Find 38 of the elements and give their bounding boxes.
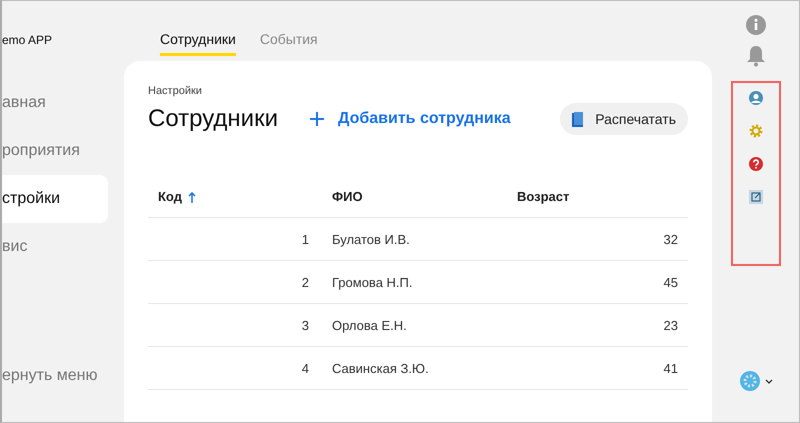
- table-cell: 3: [148, 304, 331, 346]
- sidebar-item[interactable]: вис: [2, 223, 108, 271]
- sidebar-item[interactable]: авная: [2, 79, 108, 127]
- column-header[interactable]: Возраст: [516, 175, 688, 218]
- table-cell: 41: [516, 346, 688, 390]
- table-cell: 2: [148, 260, 331, 304]
- sidebar-item[interactable]: стройки: [2, 175, 108, 223]
- column-header[interactable]: ФИО: [331, 175, 516, 218]
- app-title: emo APP: [2, 33, 54, 49]
- sidebar-item[interactable]: роприятия: [2, 127, 108, 175]
- gear-icon[interactable]: [748, 124, 762, 138]
- table-cell: 32: [516, 218, 688, 260]
- page-title: Сотрудники: [148, 105, 278, 133]
- add-employee-button[interactable]: Добавить сотрудника: [310, 110, 511, 128]
- breadcrumb: Настройки: [148, 85, 203, 97]
- sort-arrow-icon: [188, 192, 196, 203]
- profile-menu-button[interactable]: [738, 370, 772, 392]
- table-cell: 45: [516, 260, 688, 304]
- table-cell: Громова Н.П.: [331, 260, 516, 304]
- plus-icon: [310, 112, 324, 126]
- column-header[interactable]: Код: [148, 175, 331, 218]
- collapse-menu-link[interactable]: ернуть меню: [2, 367, 124, 385]
- table-cell: Булатов И.В.: [331, 218, 516, 260]
- table-cell: 4: [148, 346, 331, 390]
- help-icon[interactable]: [748, 157, 762, 171]
- info-icon[interactable]: [746, 15, 766, 35]
- external-link-icon[interactable]: [748, 190, 762, 204]
- table-cell: 1: [148, 218, 331, 260]
- book-icon: [572, 112, 584, 126]
- gear-icon: [738, 370, 760, 392]
- print-button[interactable]: Распечатать: [560, 103, 688, 135]
- user-icon[interactable]: [748, 91, 762, 105]
- bell-icon[interactable]: [746, 45, 766, 67]
- tab[interactable]: Сотрудники: [160, 31, 236, 56]
- chevron-down-icon: [764, 378, 772, 384]
- table-cell: Савинская З.Ю.: [331, 346, 516, 390]
- table-cell: Орлова Е.Н.: [331, 304, 516, 346]
- table-cell: 23: [516, 304, 688, 346]
